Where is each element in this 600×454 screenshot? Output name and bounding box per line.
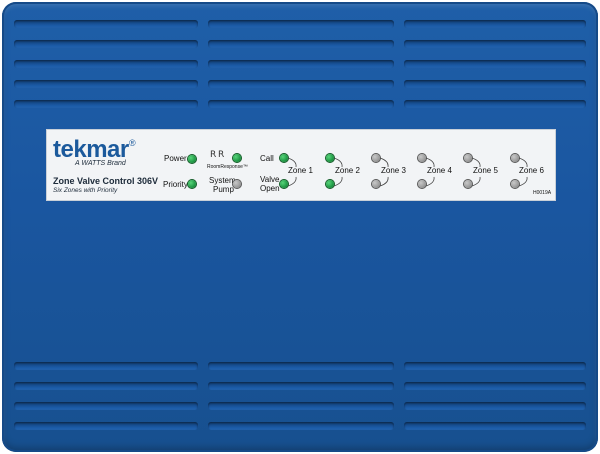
registered-mark: ® (129, 138, 136, 148)
system-pump-label-2: Pump (213, 185, 234, 194)
roomresponse-icon: R R (210, 150, 224, 159)
svg-text:R: R (218, 150, 224, 159)
roomresponse-led (233, 154, 241, 162)
product-code: H0019A (533, 190, 552, 196)
valve-open-label-1: Valve (260, 175, 280, 184)
system-pump-label-1: System (209, 176, 236, 185)
brand-tagline: A WATTS Brand (75, 160, 126, 167)
zone4-label: Zone 4 (427, 166, 452, 175)
label-panel: tekmar ® A WATTS Brand Zone Valve Contro… (47, 130, 555, 200)
priority-led (188, 180, 196, 188)
control-housing: tekmar ® A WATTS Brand Zone Valve Contro… (2, 2, 598, 452)
valve-open-label-2: Open (260, 184, 280, 193)
power-label: Power (164, 154, 187, 163)
call-label: Call (260, 154, 274, 163)
product-subtitle: Six Zones with Priority (53, 187, 118, 194)
priority-label: Priority (163, 180, 188, 189)
system-pump-led (233, 180, 241, 188)
power-led (188, 155, 196, 163)
zone2-label: Zone 2 (335, 166, 360, 175)
roomresponse-label: RoomResponse™ (207, 164, 248, 170)
zone5-label: Zone 5 (473, 166, 498, 175)
zone3-label: Zone 3 (381, 166, 406, 175)
zone1-label: Zone 1 (288, 166, 313, 175)
svg-text:R: R (210, 150, 216, 159)
zone6-label: Zone 6 (519, 166, 544, 175)
product-title: Zone Valve Control 306V (53, 176, 159, 186)
